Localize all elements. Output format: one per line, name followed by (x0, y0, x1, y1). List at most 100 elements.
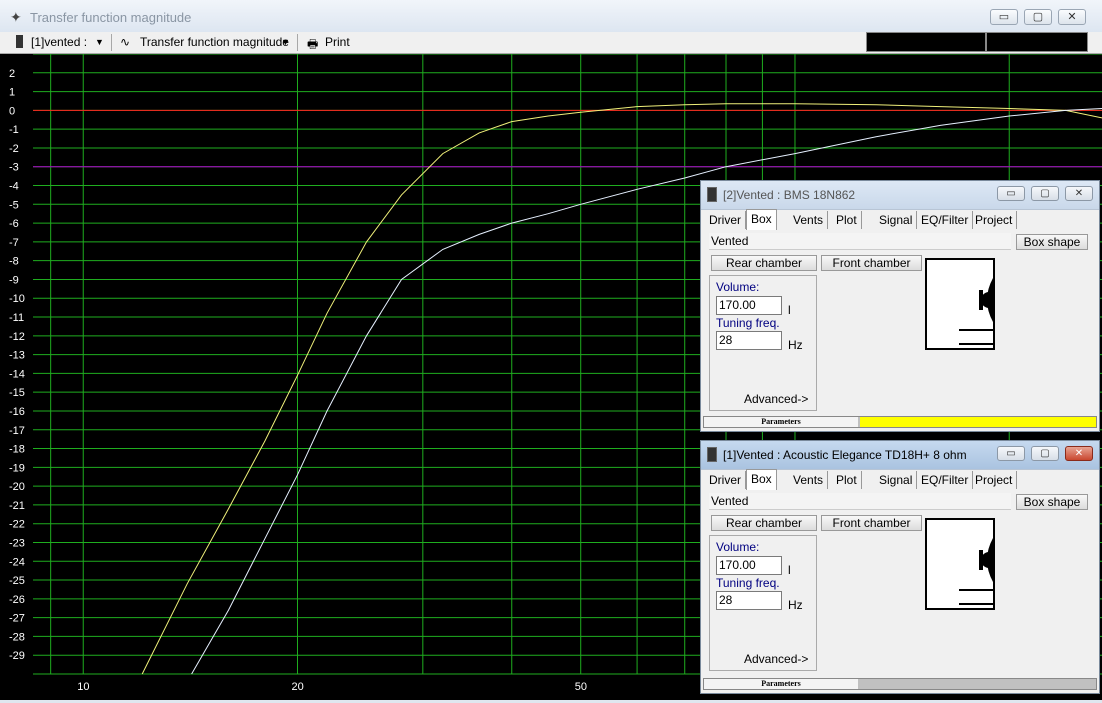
app-icon: ✦ (10, 9, 22, 25)
y-tick-label: -11 (9, 312, 24, 324)
minimize-button[interactable]: ▭ (990, 9, 1018, 25)
tab-eq-filter[interactable]: EQ/Filter (917, 211, 974, 229)
advanced-button[interactable]: Advanced-> (744, 392, 808, 406)
readout-box-1 (866, 32, 986, 52)
y-tick-label: -28 (9, 631, 25, 643)
y-tick-label: -25 (9, 575, 25, 587)
tuning-freq-input[interactable]: 28 (716, 331, 782, 350)
maximize-button[interactable]: ▢ (1031, 446, 1059, 461)
subwindow-1-titlebar: [1]Vented : Acoustic Elegance TD18H+ 8 o… (701, 441, 1099, 470)
y-tick-label: -21 (9, 500, 25, 512)
chevron-down-icon[interactable]: ▼ (281, 37, 290, 47)
box-diagram (925, 258, 997, 350)
y-tick-label: -12 (9, 331, 25, 343)
chevron-down-icon[interactable]: ▼ (95, 37, 104, 47)
tab-plot[interactable]: Plot (832, 211, 862, 229)
parameters-status-bar: Parameters (703, 678, 1097, 690)
main-titlebar: ✦ Transfer function magnitude ▭ ▢ ✕ (0, 0, 1102, 33)
status-label: Parameters (704, 679, 858, 689)
box-type-field: Vented (709, 493, 1011, 510)
print-button[interactable]: Print (325, 35, 350, 49)
tab-eq-filter[interactable]: EQ/Filter (917, 471, 974, 489)
tab-driver[interactable]: Driver (705, 471, 746, 489)
y-tick-label: -15 (9, 387, 25, 399)
printer-icon[interactable]: 🖶 (307, 35, 318, 56)
y-tick-label: -9 (9, 274, 19, 286)
subwindow-2-title: [2]Vented : BMS 18N862 (723, 188, 856, 202)
rear-chamber-button[interactable]: Rear chamber (711, 515, 817, 531)
front-chamber-button[interactable]: Front chamber (821, 255, 922, 271)
y-tick-label: -17 (9, 425, 25, 437)
box-type-field: Vented (709, 233, 1011, 250)
window-title: Transfer function magnitude (30, 10, 192, 25)
minimize-button[interactable]: ▭ (997, 446, 1025, 461)
tab-box[interactable]: Box (746, 469, 777, 490)
toolbar-separator (111, 34, 112, 51)
y-tick-label: -4 (9, 181, 19, 193)
subwindow-1: [1]Vented : Acoustic Elegance TD18H+ 8 o… (700, 440, 1100, 694)
maximize-button[interactable]: ▢ (1031, 186, 1059, 201)
subwindow-2: [2]Vented : BMS 18N862 ▭ ▢ ✕ Driver Box … (700, 180, 1100, 432)
tab-plot[interactable]: Plot (832, 471, 862, 489)
status-indicator (860, 417, 1096, 427)
y-tick-label: -6 (9, 218, 19, 230)
tuning-freq-label: Tuning freq. (716, 576, 780, 590)
y-tick-label: -16 (9, 406, 25, 418)
y-tick-label: -29 (9, 650, 25, 662)
driver-icon (707, 187, 717, 202)
close-button[interactable]: ✕ (1065, 186, 1093, 201)
y-tick-label: -23 (9, 537, 25, 549)
chamber-parameters-group: Volume: 170.00 l Tuning freq. 28 Hz Adva… (709, 535, 817, 671)
driver-icon (707, 447, 717, 462)
y-tick-label: -7 (9, 237, 19, 249)
advanced-button[interactable]: Advanced-> (744, 652, 808, 666)
y-tick-label: -2 (9, 143, 19, 155)
y-tick-label: -5 (9, 199, 19, 211)
tab-project[interactable]: Project (971, 211, 1018, 229)
vented-box-icon (959, 538, 997, 605)
tuning-freq-unit: Hz (788, 598, 803, 612)
box-shape-button[interactable]: Box shape (1016, 234, 1088, 250)
tuning-freq-input[interactable]: 28 (716, 591, 782, 610)
y-tick-label: -3 (9, 162, 19, 174)
status-label: Parameters (704, 417, 858, 427)
y-tick-label: 2 (9, 68, 15, 80)
tab-vents[interactable]: Vents (789, 471, 829, 489)
subwindow-1-title: [1]Vented : Acoustic Elegance TD18H+ 8 o… (723, 448, 967, 462)
tab-signal[interactable]: Signal (875, 211, 918, 229)
tab-project[interactable]: Project (971, 471, 1018, 489)
tuning-freq-unit: Hz (788, 338, 803, 352)
subwindow-2-titlebar: [2]Vented : BMS 18N862 ▭ ▢ ✕ (701, 181, 1099, 210)
front-chamber-button[interactable]: Front chamber (821, 515, 922, 531)
volume-input[interactable]: 170.00 (716, 556, 782, 575)
maximize-button[interactable]: ▢ (1024, 9, 1052, 25)
status-indicator (860, 679, 1096, 689)
y-tick-label: -22 (9, 519, 25, 531)
x-tick-label: 50 (575, 681, 587, 693)
plot-type-select[interactable]: Transfer function magnitude (140, 35, 289, 49)
readout-box-2 (986, 32, 1088, 52)
y-tick-label: -14 (9, 368, 25, 380)
volume-input[interactable]: 170.00 (716, 296, 782, 315)
tab-box[interactable]: Box (746, 209, 777, 230)
y-tick-label: -26 (9, 594, 25, 606)
project-select[interactable]: [1]vented : (31, 35, 87, 49)
y-tick-label: 1 (9, 87, 15, 99)
y-tick-label: -10 (9, 293, 25, 305)
x-tick-label: 20 (291, 681, 303, 693)
tab-signal[interactable]: Signal (875, 471, 918, 489)
volume-label: Volume: (716, 280, 760, 294)
tab-vents[interactable]: Vents (789, 211, 829, 229)
close-button[interactable]: ✕ (1058, 9, 1086, 25)
rear-chamber-button[interactable]: Rear chamber (711, 255, 817, 271)
plot-toolbar: [1]vented : ▼ ∿ Transfer function magnit… (0, 32, 1102, 54)
box-shape-button[interactable]: Box shape (1016, 494, 1088, 510)
box-diagram (925, 518, 997, 610)
chamber-parameters-group: Volume: 170.00 l Tuning freq. 28 Hz Adva… (709, 275, 817, 411)
close-button[interactable]: ✕ (1065, 446, 1093, 461)
y-tick-label: -1 (9, 124, 19, 136)
y-tick-label: -19 (9, 462, 25, 474)
tab-driver[interactable]: Driver (705, 211, 746, 229)
y-tick-label: -20 (9, 481, 25, 493)
minimize-button[interactable]: ▭ (997, 186, 1025, 201)
